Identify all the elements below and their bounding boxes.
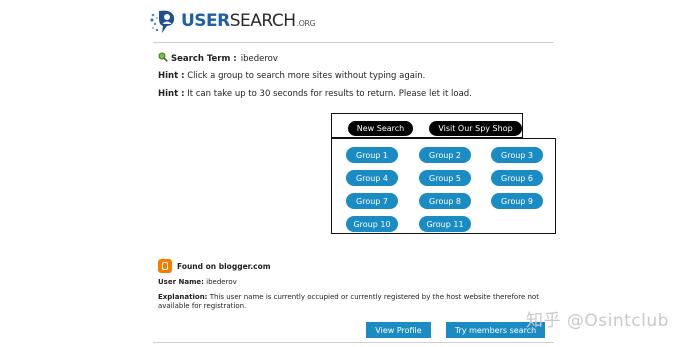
- group-5-button[interactable]: Group 5: [419, 170, 471, 186]
- watermark: 知乎 @Osintclub: [526, 311, 669, 331]
- result-header: Found on blogger.com: [158, 259, 271, 273]
- group-8-button[interactable]: Group 8: [419, 193, 471, 209]
- group-2-button[interactable]: Group 2: [419, 147, 471, 163]
- group-9-button[interactable]: Group 9: [491, 193, 543, 209]
- bottom-divider: [153, 342, 554, 343]
- group-1-button[interactable]: Group 1: [346, 147, 398, 163]
- username-value: ibederov: [206, 278, 237, 286]
- explanation-text: This user name is currently occupied or …: [158, 293, 539, 310]
- group-11-button[interactable]: Group 11: [419, 216, 471, 232]
- hint-line: Hint : It can take up to 30 seconds for …: [158, 89, 472, 99]
- logo-user-text: USER: [181, 11, 230, 31]
- fingerprint-icon: [150, 7, 178, 35]
- new-search-button[interactable]: New Search: [348, 121, 413, 136]
- magnifier-icon: [158, 52, 168, 65]
- hint-line: Hint : Click a group to search more site…: [158, 71, 425, 81]
- username-label: User Name:: [158, 278, 204, 286]
- group-10-button[interactable]: Group 10: [346, 216, 398, 232]
- group-6-button[interactable]: Group 6: [491, 170, 543, 186]
- hint-label: Hint :: [158, 71, 185, 81]
- found-label: Found on blogger.com: [177, 261, 271, 271]
- logo-search-text: SEARCH: [229, 11, 296, 31]
- username-row: User Name: ibederov: [158, 278, 553, 287]
- group-7-button[interactable]: Group 7: [346, 193, 398, 209]
- hint-text: Click a group to search more sites witho…: [187, 71, 426, 81]
- group-4-button[interactable]: Group 4: [346, 170, 398, 186]
- view-profile-button[interactable]: View Profile: [366, 322, 431, 338]
- top-divider: [153, 42, 554, 43]
- search-term-row: Search Term : ibederov: [158, 52, 278, 65]
- logo-org-text: .ORG: [296, 19, 316, 28]
- logo-wordmark: USERSEARCH.ORG: [181, 11, 316, 31]
- blogger-icon: [158, 259, 172, 273]
- hint-label: Hint :: [158, 89, 185, 99]
- group-3-button[interactable]: Group 3: [491, 147, 543, 163]
- spy-shop-button[interactable]: Visit Our Spy Shop: [429, 121, 522, 136]
- search-term-label: Search Term :: [171, 53, 237, 64]
- hint-text: It can take up to 30 seconds for results…: [187, 89, 472, 99]
- site-logo[interactable]: USERSEARCH.ORG: [150, 6, 316, 36]
- explanation-row: Explanation: This user name is currently…: [158, 293, 553, 311]
- explanation-label: Explanation:: [158, 293, 208, 301]
- search-term-value: ibederov: [240, 53, 278, 64]
